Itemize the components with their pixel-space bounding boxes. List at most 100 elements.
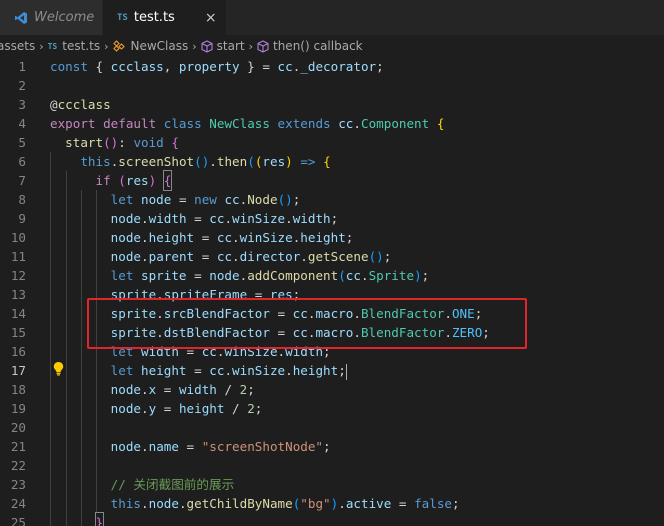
breadcrumb-item-class[interactable]: NewClass	[112, 39, 188, 53]
code-line[interactable]: 23 // 关闭截图前的展示	[0, 475, 664, 494]
code-line[interactable]: 12 let sprite = node.addComponent(cc.Spr…	[0, 266, 664, 285]
breadcrumb-label: NewClass	[130, 39, 189, 53]
line-number: 6	[18, 154, 26, 169]
close-icon[interactable]: ×	[205, 10, 217, 26]
line-number: 1	[18, 59, 26, 74]
code-token: winSize	[232, 211, 286, 226]
code-line[interactable]: 2	[0, 76, 664, 95]
code-text: node.y = height / 2;	[50, 399, 263, 418]
code-token: .	[232, 230, 240, 245]
highlight-annotation-box	[87, 298, 527, 349]
code-token: node	[110, 439, 142, 454]
line-number: 18	[10, 382, 26, 397]
code-token: .	[141, 382, 149, 397]
code-token: node	[110, 249, 142, 264]
breadcrumb-item-callback[interactable]: then() callback	[257, 39, 363, 53]
code-text: }	[50, 512, 105, 526]
code-text: export default class NewClass extends cc…	[50, 114, 444, 133]
line-number: 15	[10, 325, 26, 340]
code-line[interactable]: 18 node.x = width / 2;	[0, 380, 664, 399]
code-token: let	[110, 192, 134, 207]
code-token: =	[194, 249, 217, 264]
code-line[interactable]: 3 @ccclass	[0, 95, 664, 114]
code-line[interactable]: 17 let height = cc.winSize.height;	[0, 361, 664, 380]
code-token: .	[224, 211, 233, 226]
line-number: 20	[10, 420, 26, 435]
breadcrumb-label: assets	[0, 39, 36, 53]
code-token: =	[391, 496, 415, 511]
code-token: (	[247, 154, 255, 169]
tab-welcome[interactable]: Welcome	[0, 0, 103, 35]
code-line[interactable]: 5 start(): void {	[0, 133, 664, 152]
code-token: .	[285, 363, 293, 378]
code-line[interactable]: 11 node.parent = cc.director.getScene();	[0, 247, 664, 266]
code-line[interactable]: 19 node.y = height / 2;	[0, 399, 664, 418]
code-line[interactable]: 4 export default class NewClass extends c…	[0, 114, 664, 133]
tab-test-ts[interactable]: TS test.ts ×	[103, 0, 226, 35]
code-token: "bg"	[300, 496, 331, 511]
code-token: addComponent	[247, 268, 339, 283]
code-token: // 关闭截图前的展示	[110, 477, 235, 492]
line-number: 12	[10, 268, 26, 283]
line-number: 5	[18, 135, 26, 150]
code-token: =	[194, 230, 217, 245]
code-token: width	[292, 211, 331, 226]
code-token: ;	[247, 382, 255, 397]
ts-icon: TS	[47, 41, 58, 51]
code-token: res	[125, 173, 149, 188]
code-line[interactable]: 7 if (res) {	[0, 170, 664, 191]
code-token: cc	[338, 116, 354, 131]
code-line[interactable]: 9 node.width = cc.winSize.width;	[0, 209, 664, 228]
code-text: node.name = "screenShotNode";	[50, 437, 331, 456]
code-token: screenShot	[118, 154, 195, 169]
code-token: =>	[300, 154, 316, 169]
code-line[interactable]: 8 let node = new cc.Node();	[0, 190, 664, 209]
code-text: node.parent = cc.director.getScene();	[50, 247, 392, 266]
code-line[interactable]: 10 node.height = cc.winSize.height;	[0, 228, 664, 247]
breadcrumb-item-assets[interactable]: assets	[0, 39, 35, 53]
code-token: } =	[239, 59, 278, 74]
code-line[interactable]: 22	[0, 456, 664, 475]
text-cursor	[345, 363, 347, 380]
code-line[interactable]: 20	[0, 418, 664, 437]
code-token: const	[50, 59, 88, 74]
code-text: // 关闭截图前的展示	[50, 475, 235, 494]
lightbulb-icon[interactable]	[52, 361, 65, 376]
code-token: cc	[345, 268, 361, 283]
code-token: 2	[247, 401, 255, 416]
code-line[interactable]: 24 this.node.getChildByName("bg").active…	[0, 494, 664, 513]
code-text: if (res) {	[50, 170, 173, 191]
code-token: ;	[330, 211, 339, 226]
line-number: 24	[10, 496, 26, 511]
code-token: .	[178, 496, 187, 511]
code-text: let node = new cc.Node();	[50, 190, 301, 209]
code-token: =	[156, 382, 179, 397]
code-token: height	[141, 363, 187, 378]
breadcrumb-item-method[interactable]: start	[201, 39, 245, 53]
matched-bracket: }	[94, 512, 105, 526]
code-token: ;	[323, 439, 331, 454]
code-token: .	[300, 249, 308, 264]
code-token: director	[239, 249, 301, 264]
code-line[interactable]: 1 const { ccclass, property } = cc._decor…	[0, 57, 664, 76]
breadcrumb-item-file[interactable]: TS test.ts	[48, 39, 100, 53]
code-token: width	[178, 382, 217, 397]
code-token: {	[323, 154, 331, 169]
code-token: ccclass	[57, 97, 111, 112]
code-token: ()	[194, 154, 210, 169]
code-line[interactable]: 21 node.name = "screenShotNode";	[0, 437, 664, 456]
ts-icon: TS	[117, 12, 128, 23]
line-number: 3	[18, 97, 26, 112]
breadcrumb-label: test.ts	[62, 39, 101, 53]
code-line[interactable]: 6 this.screenShot().then((res) => {	[0, 152, 664, 171]
code-token: false	[414, 496, 452, 511]
code-token: Component	[360, 116, 430, 131]
code-editor[interactable]: 1 const { ccclass, property } = cc._decor…	[0, 57, 664, 526]
code-line[interactable]: 25 }	[0, 512, 664, 526]
